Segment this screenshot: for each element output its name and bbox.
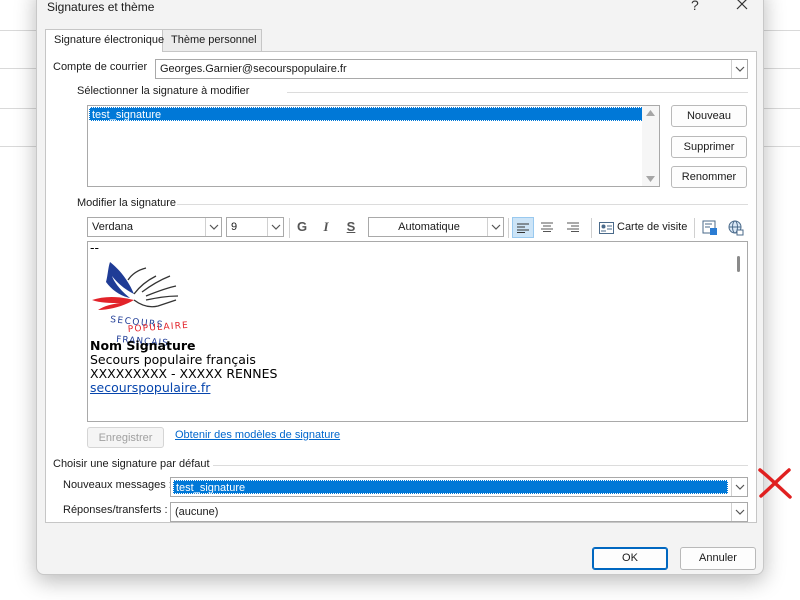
- business-card-label: Carte de visite: [617, 221, 688, 233]
- align-right-icon: [567, 222, 579, 232]
- signature-website-link[interactable]: secourspopulaire.fr: [90, 380, 210, 396]
- size-dropdown-arrow[interactable]: [267, 218, 283, 236]
- replies-label: Réponses/transferts :: [63, 504, 168, 516]
- size-select[interactable]: 9: [226, 217, 284, 237]
- chevron-down-icon: [735, 66, 745, 72]
- delete-button[interactable]: Supprimer: [671, 136, 747, 158]
- new-button[interactable]: Nouveau: [671, 105, 747, 127]
- list-scrollbar[interactable]: [642, 106, 659, 186]
- editor-scrollbar[interactable]: [731, 242, 747, 421]
- save-button[interactable]: Enregistrer: [87, 427, 164, 448]
- new-messages-select[interactable]: test_signature: [170, 477, 748, 497]
- bold-button[interactable]: G: [293, 216, 311, 238]
- color-dropdown-arrow[interactable]: [487, 218, 503, 236]
- business-card-button[interactable]: Carte de visite: [597, 217, 691, 239]
- font-dropdown-arrow[interactable]: [205, 218, 221, 236]
- toolbar-separator: [694, 218, 695, 238]
- account-select[interactable]: Georges.Garnier@secourspopulaire.fr: [155, 59, 748, 79]
- default-signature-label: Choisir une signature par défaut: [53, 458, 210, 470]
- chevron-down-icon: [271, 224, 281, 230]
- rename-button[interactable]: Renommer: [671, 166, 747, 188]
- dialog-title: Signatures et thème: [47, 0, 155, 14]
- replies-dropdown-arrow[interactable]: [731, 503, 747, 521]
- account-dropdown-arrow[interactable]: [731, 60, 747, 78]
- chevron-down-icon: [735, 484, 745, 490]
- secours-populaire-logo: SECOURS POPULAIRE FRANÇAIS: [92, 262, 189, 346]
- group-divider: [177, 204, 748, 205]
- account-label: Compte de courrier: [53, 61, 148, 73]
- account-value: Georges.Garnier@secourspopulaire.fr: [160, 63, 347, 75]
- insert-link-button[interactable]: [725, 217, 747, 239]
- chevron-down-icon: [491, 224, 501, 230]
- signature-dashes: --: [90, 241, 100, 255]
- toolbar-separator: [591, 218, 592, 238]
- title-bar: Signatures et thème ?: [37, 0, 763, 15]
- signature-editor[interactable]: -- SECOURS POPULAIRE FRANÇAIS Nom Signat…: [87, 241, 748, 422]
- group-divider: [213, 465, 748, 466]
- align-left-button[interactable]: [512, 217, 534, 238]
- red-cross-annotation-icon: [758, 468, 792, 499]
- select-signature-label: Sélectionner la signature à modifier: [77, 85, 250, 97]
- business-card-icon: [599, 222, 614, 234]
- replies-value: (aucune): [175, 506, 219, 518]
- scroll-down-icon: [646, 176, 655, 182]
- underline-button[interactable]: S: [342, 216, 360, 238]
- ok-button[interactable]: OK: [592, 547, 668, 570]
- group-divider: [287, 92, 748, 93]
- help-button[interactable]: ?: [691, 0, 699, 13]
- new-messages-value: test_signature: [173, 480, 728, 494]
- close-button[interactable]: [731, 0, 753, 15]
- scroll-thumb[interactable]: [737, 256, 740, 272]
- color-value: Automatique: [398, 221, 460, 233]
- tab-signature[interactable]: Signature électronique: [45, 29, 164, 52]
- chevron-down-icon: [209, 224, 219, 230]
- get-templates-link[interactable]: Obtenir des modèles de signature: [175, 429, 340, 441]
- toolbar-separator: [508, 218, 509, 238]
- italic-button[interactable]: I: [318, 216, 334, 238]
- format-toolbar: Verdana 9 G I S Automatique Carte de vis…: [87, 216, 751, 240]
- toolbar-separator: [289, 218, 290, 238]
- replies-select[interactable]: (aucune): [170, 502, 748, 522]
- size-value: 9: [231, 221, 238, 233]
- cancel-button[interactable]: Annuler: [680, 547, 756, 570]
- new-messages-dropdown-arrow[interactable]: [731, 478, 747, 496]
- new-messages-label: Nouveaux messages :: [63, 479, 172, 491]
- tab-theme[interactable]: Thème personnel: [162, 29, 262, 51]
- align-center-icon: [541, 222, 553, 232]
- align-right-button[interactable]: [563, 217, 585, 238]
- font-select[interactable]: Verdana: [87, 217, 222, 237]
- color-select[interactable]: Automatique: [368, 217, 504, 237]
- font-value: Verdana: [92, 221, 133, 233]
- align-center-button[interactable]: [537, 217, 559, 238]
- list-item[interactable]: test_signature: [89, 107, 643, 121]
- close-icon: [736, 0, 748, 10]
- chevron-down-icon: [735, 509, 745, 515]
- scroll-up-icon: [646, 110, 655, 116]
- signatures-dialog: Signatures et thème ? Signature électron…: [36, 0, 764, 575]
- align-left-icon: [517, 223, 529, 233]
- hyperlink-globe-icon: [728, 220, 744, 236]
- insert-image-button[interactable]: [699, 217, 721, 239]
- insert-picture-icon: [702, 220, 717, 235]
- edit-signature-label: Modifier la signature: [77, 197, 177, 209]
- signature-list[interactable]: test_signature: [87, 105, 660, 187]
